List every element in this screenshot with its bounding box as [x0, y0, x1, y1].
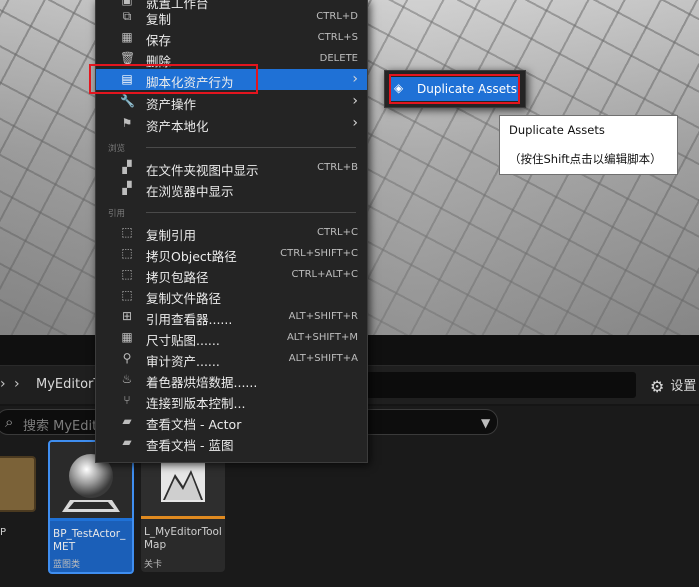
- search-placeholder: 搜索 MyEdito: [23, 419, 106, 434]
- menu-item-size-map[interactable]: ▦ 尺寸贴图...... ALT+SHIFT+M: [96, 327, 367, 348]
- menu-item-label: 在文件夹视图中显示: [146, 163, 259, 178]
- menu-item-copy-object-path[interactable]: ⬚ 拷贝Object路径 CTRL+SHIFT+C: [96, 243, 367, 264]
- doc-icon: ▰: [122, 414, 132, 428]
- audit-icon: ⚲: [122, 351, 132, 365]
- menu-item-shader-cook-data[interactable]: ♨ 着色器烘焙数据......: [96, 369, 367, 390]
- menu-item-copy-file-path[interactable]: ⬚ 复制文件路径: [96, 285, 367, 306]
- asset-type-label: 蓝图类: [53, 560, 81, 570]
- menu-item-label: 资产本地化: [146, 119, 209, 134]
- path-field[interactable]: [366, 372, 636, 398]
- menu-item-label: 拷贝包路径: [146, 270, 209, 285]
- shader-icon: ♨: [121, 372, 133, 386]
- asset-tile-partial-label: P: [0, 527, 7, 538]
- tooltip-title: Duplicate Assets: [509, 123, 605, 137]
- menu-item-asset-actions[interactable]: 🔧 资产操作 ›: [96, 91, 367, 112]
- copy-file-icon: ⬚: [121, 288, 133, 302]
- menu-item-asset-localization[interactable]: ⚑ 资产本地化 ›: [96, 113, 367, 134]
- asset-type-strip: [50, 518, 132, 521]
- menu-item-label: 着色器烘焙数据......: [146, 375, 258, 390]
- menu-item-label: 复制文件路径: [146, 291, 222, 306]
- breadcrumb-chevron-icon[interactable]: ›: [14, 376, 20, 392]
- menu-item-label: 查看文档 - Actor: [146, 417, 242, 432]
- menu-item-shortcut: ALT+SHIFT+R: [288, 311, 358, 322]
- menu-item-reference-viewer[interactable]: ⊞ 引用查看器...... ALT+SHIFT+R: [96, 306, 367, 327]
- browser-search-icon: ▞: [122, 181, 132, 195]
- copy-package-icon: ⬚: [121, 267, 133, 281]
- menu-item-label: 复制: [146, 12, 172, 27]
- menu-item-show-in-browser[interactable]: ▞ 在浏览器中显示: [96, 178, 367, 199]
- chevron-right-icon: ›: [352, 71, 358, 87]
- trash-icon: 🗑: [120, 51, 136, 65]
- menu-item-shortcut: ALT+SHIFT+M: [286, 332, 358, 343]
- copy-path-icon: ⬚: [121, 246, 133, 260]
- copy-ref-icon: ⬚: [121, 225, 133, 239]
- menu-item-label: 审计资产......: [146, 354, 220, 369]
- menu-item-label: 在浏览器中显示: [146, 184, 234, 199]
- menu-item-shortcut: CTRL+C: [317, 227, 358, 238]
- duplicate-icon: ⧉: [122, 9, 132, 23]
- breadcrumb-item[interactable]: MyEditorT: [36, 377, 96, 392]
- annotation-highlight-box: [389, 74, 520, 104]
- menu-item-label: 保存: [146, 33, 172, 48]
- menu-item-shortcut: CTRL+ALT+C: [291, 269, 359, 280]
- doc-icon: ▰: [122, 435, 132, 449]
- menu-item-view-doc-actor[interactable]: ▰ 查看文档 - Actor: [96, 411, 367, 432]
- folder-search-icon: ▞: [122, 160, 132, 174]
- chevron-right-icon: ›: [352, 93, 358, 109]
- menu-item-shortcut: DELETE: [319, 53, 358, 64]
- search-icon: ⌕: [5, 413, 14, 431]
- flag-icon: ⚑: [121, 116, 133, 130]
- settings-button[interactable]: ⚙ 设置: [650, 375, 696, 396]
- menu-item-shortcut: ALT+SHIFT+A: [288, 353, 358, 364]
- size-map-icon: ▦: [121, 330, 133, 344]
- asset-type-label: 关卡: [144, 560, 163, 570]
- tooltip: Duplicate Assets （按住Shift点击以编辑脚本）: [499, 115, 678, 175]
- menu-item-save[interactable]: ▦ 保存 CTRL+S: [96, 27, 367, 48]
- chevron-right-icon: ›: [352, 115, 358, 131]
- menu-item-label: 查看文档 - 蓝图: [146, 438, 234, 453]
- asset-type-strip: [141, 516, 225, 519]
- menu-section-browse: 浏览: [108, 144, 126, 154]
- menu-section-references: 引用: [108, 209, 126, 219]
- menu-item-audit-assets[interactable]: ⚲ 审计资产...... ALT+SHIFT+A: [96, 348, 367, 369]
- menu-item-connect-source-control[interactable]: ⑂ 连接到版本控制...: [96, 390, 367, 411]
- breadcrumb-separator: ›: [0, 376, 6, 392]
- tooltip-hint: （按住Shift点击以编辑脚本）: [509, 152, 662, 166]
- gear-icon: ⚙: [650, 377, 665, 396]
- menu-item-shortcut: CTRL+D: [316, 11, 358, 22]
- menu-item-label: 复制引用: [146, 228, 197, 243]
- menu-item-shortcut: CTRL+SHIFT+C: [280, 248, 358, 259]
- asset-name: L_MyEditorTool Map: [144, 526, 222, 551]
- menu-item-label: 资产操作: [146, 97, 197, 112]
- wrench-icon: 🔧: [120, 94, 135, 108]
- menu-separator: [146, 147, 356, 148]
- save-icon: ▦: [121, 30, 133, 44]
- menu-item-label: 连接到版本控制...: [146, 396, 246, 411]
- asset-tile-partial[interactable]: [0, 456, 36, 512]
- menu-item-show-in-folder[interactable]: ▞ 在文件夹视图中显示 CTRL+B: [96, 157, 367, 178]
- menu-item-label: 拷贝Object路径: [146, 249, 237, 264]
- menu-item-shortcut: CTRL+S: [317, 32, 358, 43]
- menu-separator: [146, 212, 356, 213]
- menu-item-view-doc-blueprint[interactable]: ▰ 查看文档 - 蓝图: [96, 432, 367, 453]
- source-control-icon: ⑂: [123, 393, 131, 407]
- menu-item-shortcut: CTRL+B: [317, 162, 358, 173]
- annotation-highlight-box: [89, 64, 258, 94]
- asset-name: BP_TestActor_ MET: [53, 528, 126, 553]
- chevron-down-icon[interactable]: ▼: [481, 416, 490, 430]
- menu-item-duplicate[interactable]: ⧉ 复制 CTRL+D: [96, 6, 367, 27]
- settings-label: 设置: [670, 379, 697, 394]
- reference-viewer-icon: ⊞: [121, 309, 133, 323]
- menu-item-label: 尺寸贴图......: [146, 333, 220, 348]
- menu-item-label: 引用查看器......: [146, 312, 233, 327]
- menu-item-copy-reference[interactable]: ⬚ 复制引用 CTRL+C: [96, 222, 367, 243]
- menu-item-copy-package-path[interactable]: ⬚ 拷贝包路径 CTRL+ALT+C: [96, 264, 367, 285]
